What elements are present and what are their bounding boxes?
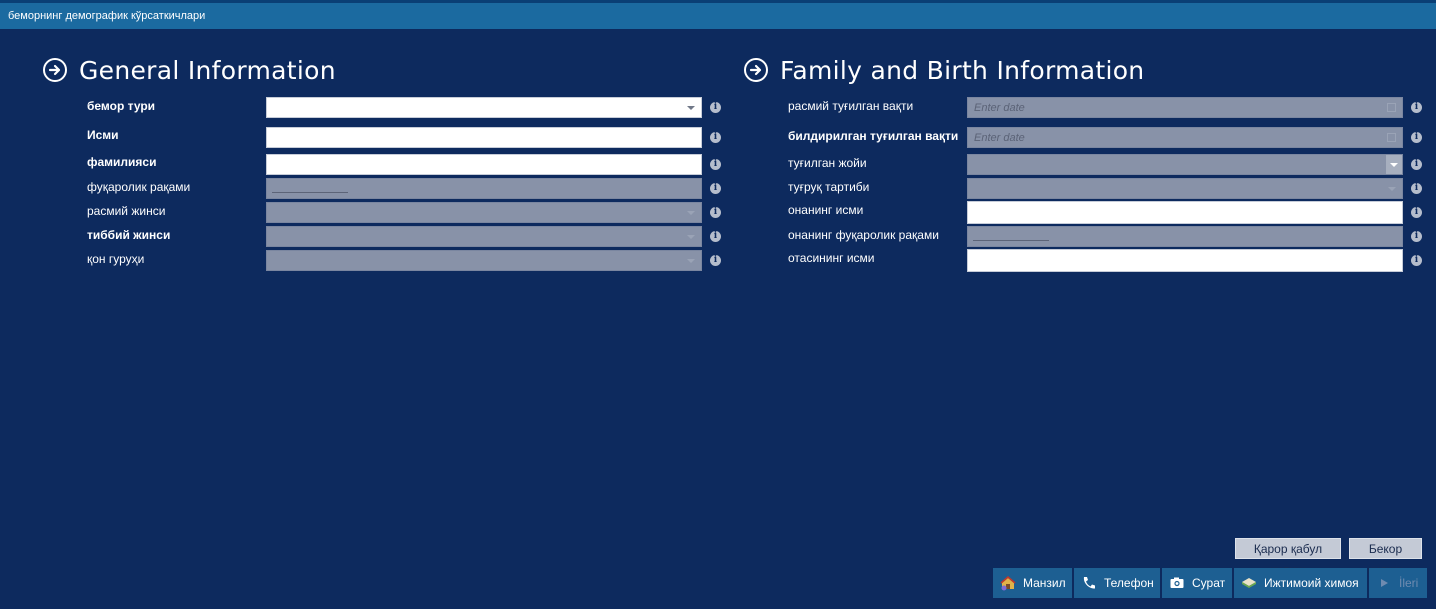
family-section-header: Family and Birth Information — [744, 54, 1144, 86]
chevron-down-icon[interactable] — [1386, 155, 1402, 174]
citizen-number-input[interactable] — [266, 178, 702, 199]
calendar-icon[interactable] — [1387, 103, 1396, 112]
birthplace-label: туғилган жойи — [788, 156, 867, 170]
birth-order-select[interactable] — [967, 178, 1403, 199]
photo-button[interactable]: Сурат — [1162, 568, 1232, 598]
info-icon[interactable]: i — [710, 132, 721, 143]
first-name-label: Исми — [87, 128, 119, 142]
chevron-down-icon — [1388, 187, 1396, 191]
info-icon[interactable]: i — [1411, 183, 1422, 194]
info-icon[interactable]: i — [1411, 102, 1422, 113]
patient-type-select[interactable] — [266, 97, 702, 118]
card-icon — [1240, 574, 1258, 592]
declared-birthdate-label: билдирилган туғилган вақти — [788, 129, 959, 143]
official-gender-label: расмий жинси — [87, 204, 166, 218]
info-icon[interactable]: i — [1411, 132, 1422, 143]
mother-name-label: онанинг исми — [788, 203, 864, 217]
address-button[interactable]: Манзил — [993, 568, 1072, 598]
next-button[interactable]: İleri — [1369, 568, 1427, 598]
address-button-label: Манзил — [1023, 576, 1066, 590]
house-icon — [999, 574, 1017, 592]
official-birthdate-input[interactable]: Enter date — [967, 97, 1403, 118]
last-name-label: фамилияси — [87, 155, 157, 169]
info-icon[interactable]: i — [710, 102, 721, 113]
info-icon[interactable]: i — [1411, 159, 1422, 170]
mother-citizen-number-input[interactable] — [967, 226, 1403, 247]
medical-gender-select[interactable] — [266, 226, 702, 247]
accept-button[interactable]: Қарор қабул қилиш — [1235, 538, 1341, 577]
father-name-input[interactable] — [967, 249, 1403, 272]
chevron-down-icon — [687, 106, 695, 110]
father-name-label: отасининг исми — [788, 251, 875, 265]
info-icon[interactable]: i — [1411, 207, 1422, 218]
arrow-circle-icon — [744, 58, 768, 82]
birthplace-select[interactable] — [967, 154, 1403, 175]
info-icon[interactable]: i — [1411, 255, 1422, 266]
window-title: беморнинг демографик кўрсаткичлари — [8, 10, 206, 22]
play-icon — [1375, 574, 1393, 592]
chevron-down-icon — [687, 259, 695, 263]
patient-type-label: бемор тури — [87, 99, 156, 113]
chevron-down-icon — [687, 235, 695, 239]
photo-button-label: Сурат — [1192, 576, 1226, 590]
family-section-title: Family and Birth Information — [780, 55, 1145, 85]
info-icon[interactable]: i — [1411, 231, 1422, 242]
info-icon[interactable]: i — [710, 183, 721, 194]
blood-group-label: қон гуруҳи — [87, 252, 145, 266]
input-mask — [272, 192, 348, 193]
phone-button[interactable]: Телефон — [1074, 568, 1160, 598]
info-icon[interactable]: i — [710, 255, 721, 266]
input-mask — [973, 240, 1049, 241]
last-name-input[interactable] — [266, 154, 702, 175]
blood-group-select[interactable] — [266, 250, 702, 271]
title-bar: беморнинг демографик кўрсаткичлари — [0, 0, 1436, 29]
arrow-circle-icon — [43, 58, 67, 82]
mother-citizen-number-label: онанинг фуқаролик рақами — [788, 228, 939, 242]
info-icon[interactable]: i — [710, 159, 721, 170]
cancel-button[interactable]: Бекор қилиш — [1349, 538, 1422, 577]
chevron-down-icon — [687, 211, 695, 215]
official-birthdate-label: расмий туғилган вақти — [788, 99, 914, 113]
info-icon[interactable]: i — [710, 207, 721, 218]
next-button-label: İleri — [1399, 576, 1419, 590]
social-protection-button-label: Ижтимоий химоя — [1264, 576, 1359, 590]
general-section-title: General Information — [79, 55, 336, 85]
general-section-header: General Information — [43, 54, 336, 86]
info-icon[interactable]: i — [710, 231, 721, 242]
declared-birthdate-input[interactable]: Enter date — [967, 127, 1403, 148]
first-name-input[interactable] — [266, 127, 702, 148]
phone-button-label: Телефон — [1104, 576, 1154, 590]
camera-icon — [1168, 574, 1186, 592]
social-protection-button[interactable]: Ижтимоий химоя — [1234, 568, 1367, 598]
date-placeholder: Enter date — [974, 102, 1025, 114]
calendar-icon[interactable] — [1387, 133, 1396, 142]
mother-name-input[interactable] — [967, 201, 1403, 224]
phone-icon — [1080, 574, 1098, 592]
official-gender-select[interactable] — [266, 202, 702, 223]
citizen-number-label: фуқаролик рақами — [87, 180, 191, 194]
birth-order-label: туғруқ тартиби — [788, 180, 870, 194]
medical-gender-label: тиббий жинси — [87, 228, 171, 242]
date-placeholder: Enter date — [974, 132, 1025, 144]
